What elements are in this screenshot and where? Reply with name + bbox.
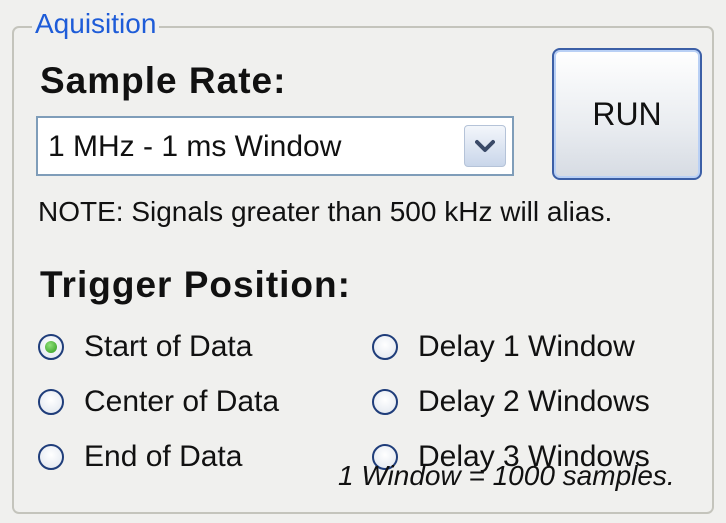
radio-center-of-data[interactable]: Center of Data [38, 385, 279, 419]
run-button-label: RUN [592, 95, 662, 132]
alias-note: NOTE: Signals greater than 500 kHz will … [38, 196, 613, 227]
sample-rate-value: 1 MHz - 1 ms Window [48, 130, 342, 163]
radio-unselected-icon[interactable] [38, 444, 64, 470]
radio-unselected-icon[interactable] [38, 389, 64, 415]
radio-label: Delay 2 Windows [418, 385, 650, 418]
groupbox-title: Aquisition [32, 8, 160, 40]
radio-label: End of Data [84, 440, 243, 473]
chevron-down-icon [475, 140, 495, 152]
window-samples-footnote: 1 Window = 1000 samples. [338, 460, 675, 491]
radio-unselected-icon[interactable] [372, 334, 398, 360]
radio-end-of-data[interactable]: End of Data [38, 440, 242, 474]
radio-label: Start of Data [84, 330, 253, 363]
run-button[interactable]: RUN [552, 48, 702, 180]
radio-delay-2-windows[interactable]: Delay 2 Windows [372, 385, 650, 419]
trigger-position-heading: Trigger Position: [40, 264, 351, 305]
acquisition-panel: Aquisition Sample Rate: 1 MHz - 1 ms Win… [0, 0, 726, 523]
sample-rate-heading: Sample Rate: [40, 60, 287, 101]
radio-delay-1-window[interactable]: Delay 1 Window [372, 330, 635, 364]
dropdown-button[interactable] [464, 125, 506, 167]
radio-label: Center of Data [84, 385, 280, 418]
radio-unselected-icon[interactable] [372, 389, 398, 415]
radio-start-of-data[interactable]: Start of Data [38, 330, 252, 364]
radio-selected-icon[interactable] [38, 334, 64, 360]
sample-rate-select[interactable]: 1 MHz - 1 ms Window [36, 116, 514, 176]
radio-label: Delay 1 Window [418, 330, 635, 363]
